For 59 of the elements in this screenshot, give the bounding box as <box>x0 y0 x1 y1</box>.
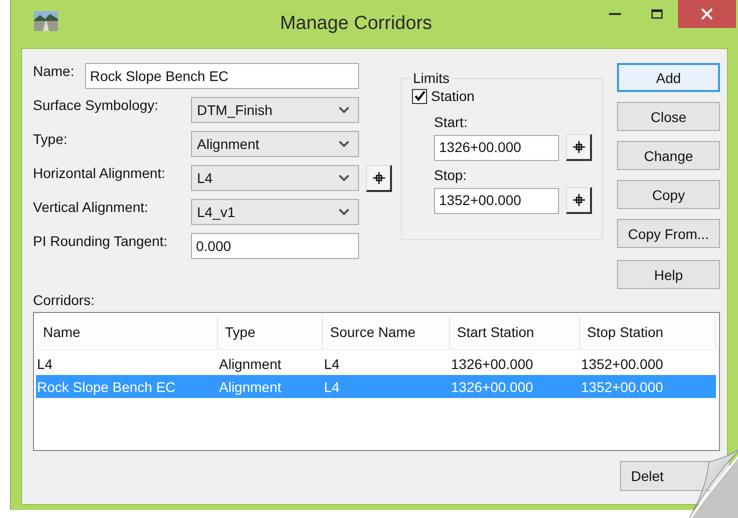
column-header[interactable]: Name <box>36 315 218 349</box>
table-cell-text: L4 <box>36 356 54 372</box>
field-label: Surface Symbology: <box>33 97 160 113</box>
field-label: Vertical Alignment: <box>33 199 150 215</box>
close-button[interactable] <box>678 0 736 28</box>
checkbox-label: Station <box>431 88 475 104</box>
field-label: Type: <box>33 131 68 147</box>
chevron-down-icon <box>338 106 350 114</box>
column-header[interactable]: Type <box>218 315 323 349</box>
table-cell-text: Rock Slope Bench EC <box>36 378 177 394</box>
window-title: Manage Corridors <box>278 13 434 35</box>
chevron-down-icon <box>338 140 350 148</box>
dialog-button[interactable]: Copy <box>617 180 720 209</box>
pick-button[interactable] <box>566 187 592 214</box>
column-header[interactable]: Stop Station <box>580 315 716 349</box>
table-cell-text: 1352+00.000 <box>580 356 664 372</box>
field-label: PI Rounding Tangent: <box>33 233 168 249</box>
checkbox[interactable] <box>412 88 427 104</box>
table-cell-text: L4 <box>323 356 341 372</box>
dialog-button[interactable]: Change <box>617 141 720 170</box>
minimize-icon <box>609 12 621 16</box>
table-cell-text: 1326+00.000 <box>450 356 534 372</box>
station-field[interactable]: 1352+00.000 <box>434 188 559 214</box>
crosshair-icon <box>572 140 586 154</box>
pick-button[interactable] <box>366 164 392 192</box>
table-cell-text: 1352+00.000 <box>580 378 664 394</box>
dialog-button[interactable]: Close <box>617 102 720 131</box>
table-cell-text: 1326+00.000 <box>450 378 534 394</box>
field-label: Stop: <box>434 167 468 183</box>
table-cell-text: Alignment <box>218 356 282 372</box>
column-header[interactable]: Start Station <box>450 315 580 349</box>
column-header[interactable]: Source Name <box>323 315 450 349</box>
crosshair-icon <box>572 193 586 207</box>
table-cell-text: L4 <box>323 378 341 394</box>
field-label: Start: <box>434 114 468 130</box>
dropdown[interactable]: DTM_Finish <box>191 97 359 123</box>
text-field[interactable]: Rock Slope Bench EC <box>85 63 359 89</box>
road-icon <box>34 11 58 31</box>
checkmark-icon <box>414 90 426 102</box>
table-row[interactable]: L4 Alignment L4 1326+00.000 1352+00.000 <box>36 352 716 375</box>
dropdown[interactable]: Alignment <box>191 131 359 157</box>
field-label: Horizontal Alignment: <box>33 165 166 181</box>
crosshair-icon <box>372 170 386 184</box>
table-cell-text: Alignment <box>218 378 282 394</box>
dropdown[interactable]: L4_v1 <box>191 199 359 225</box>
dialog-button[interactable]: Help <box>617 260 720 289</box>
text-field[interactable]: 0.000 <box>191 233 359 259</box>
section-label: Corridors: <box>33 292 96 308</box>
close-icon <box>701 8 713 20</box>
dialog-button[interactable]: Copy From... <box>617 219 720 248</box>
group-title: Limits <box>412 70 451 86</box>
chevron-down-icon <box>338 174 350 182</box>
field-label: Name: <box>33 63 76 79</box>
dialog-button[interactable]: Add <box>617 63 720 92</box>
maximize-icon <box>651 9 663 19</box>
station-field[interactable]: 1326+00.000 <box>434 134 559 160</box>
pick-button[interactable] <box>566 134 592 161</box>
dropdown[interactable]: L4 <box>191 165 359 191</box>
chevron-down-icon <box>338 208 350 216</box>
